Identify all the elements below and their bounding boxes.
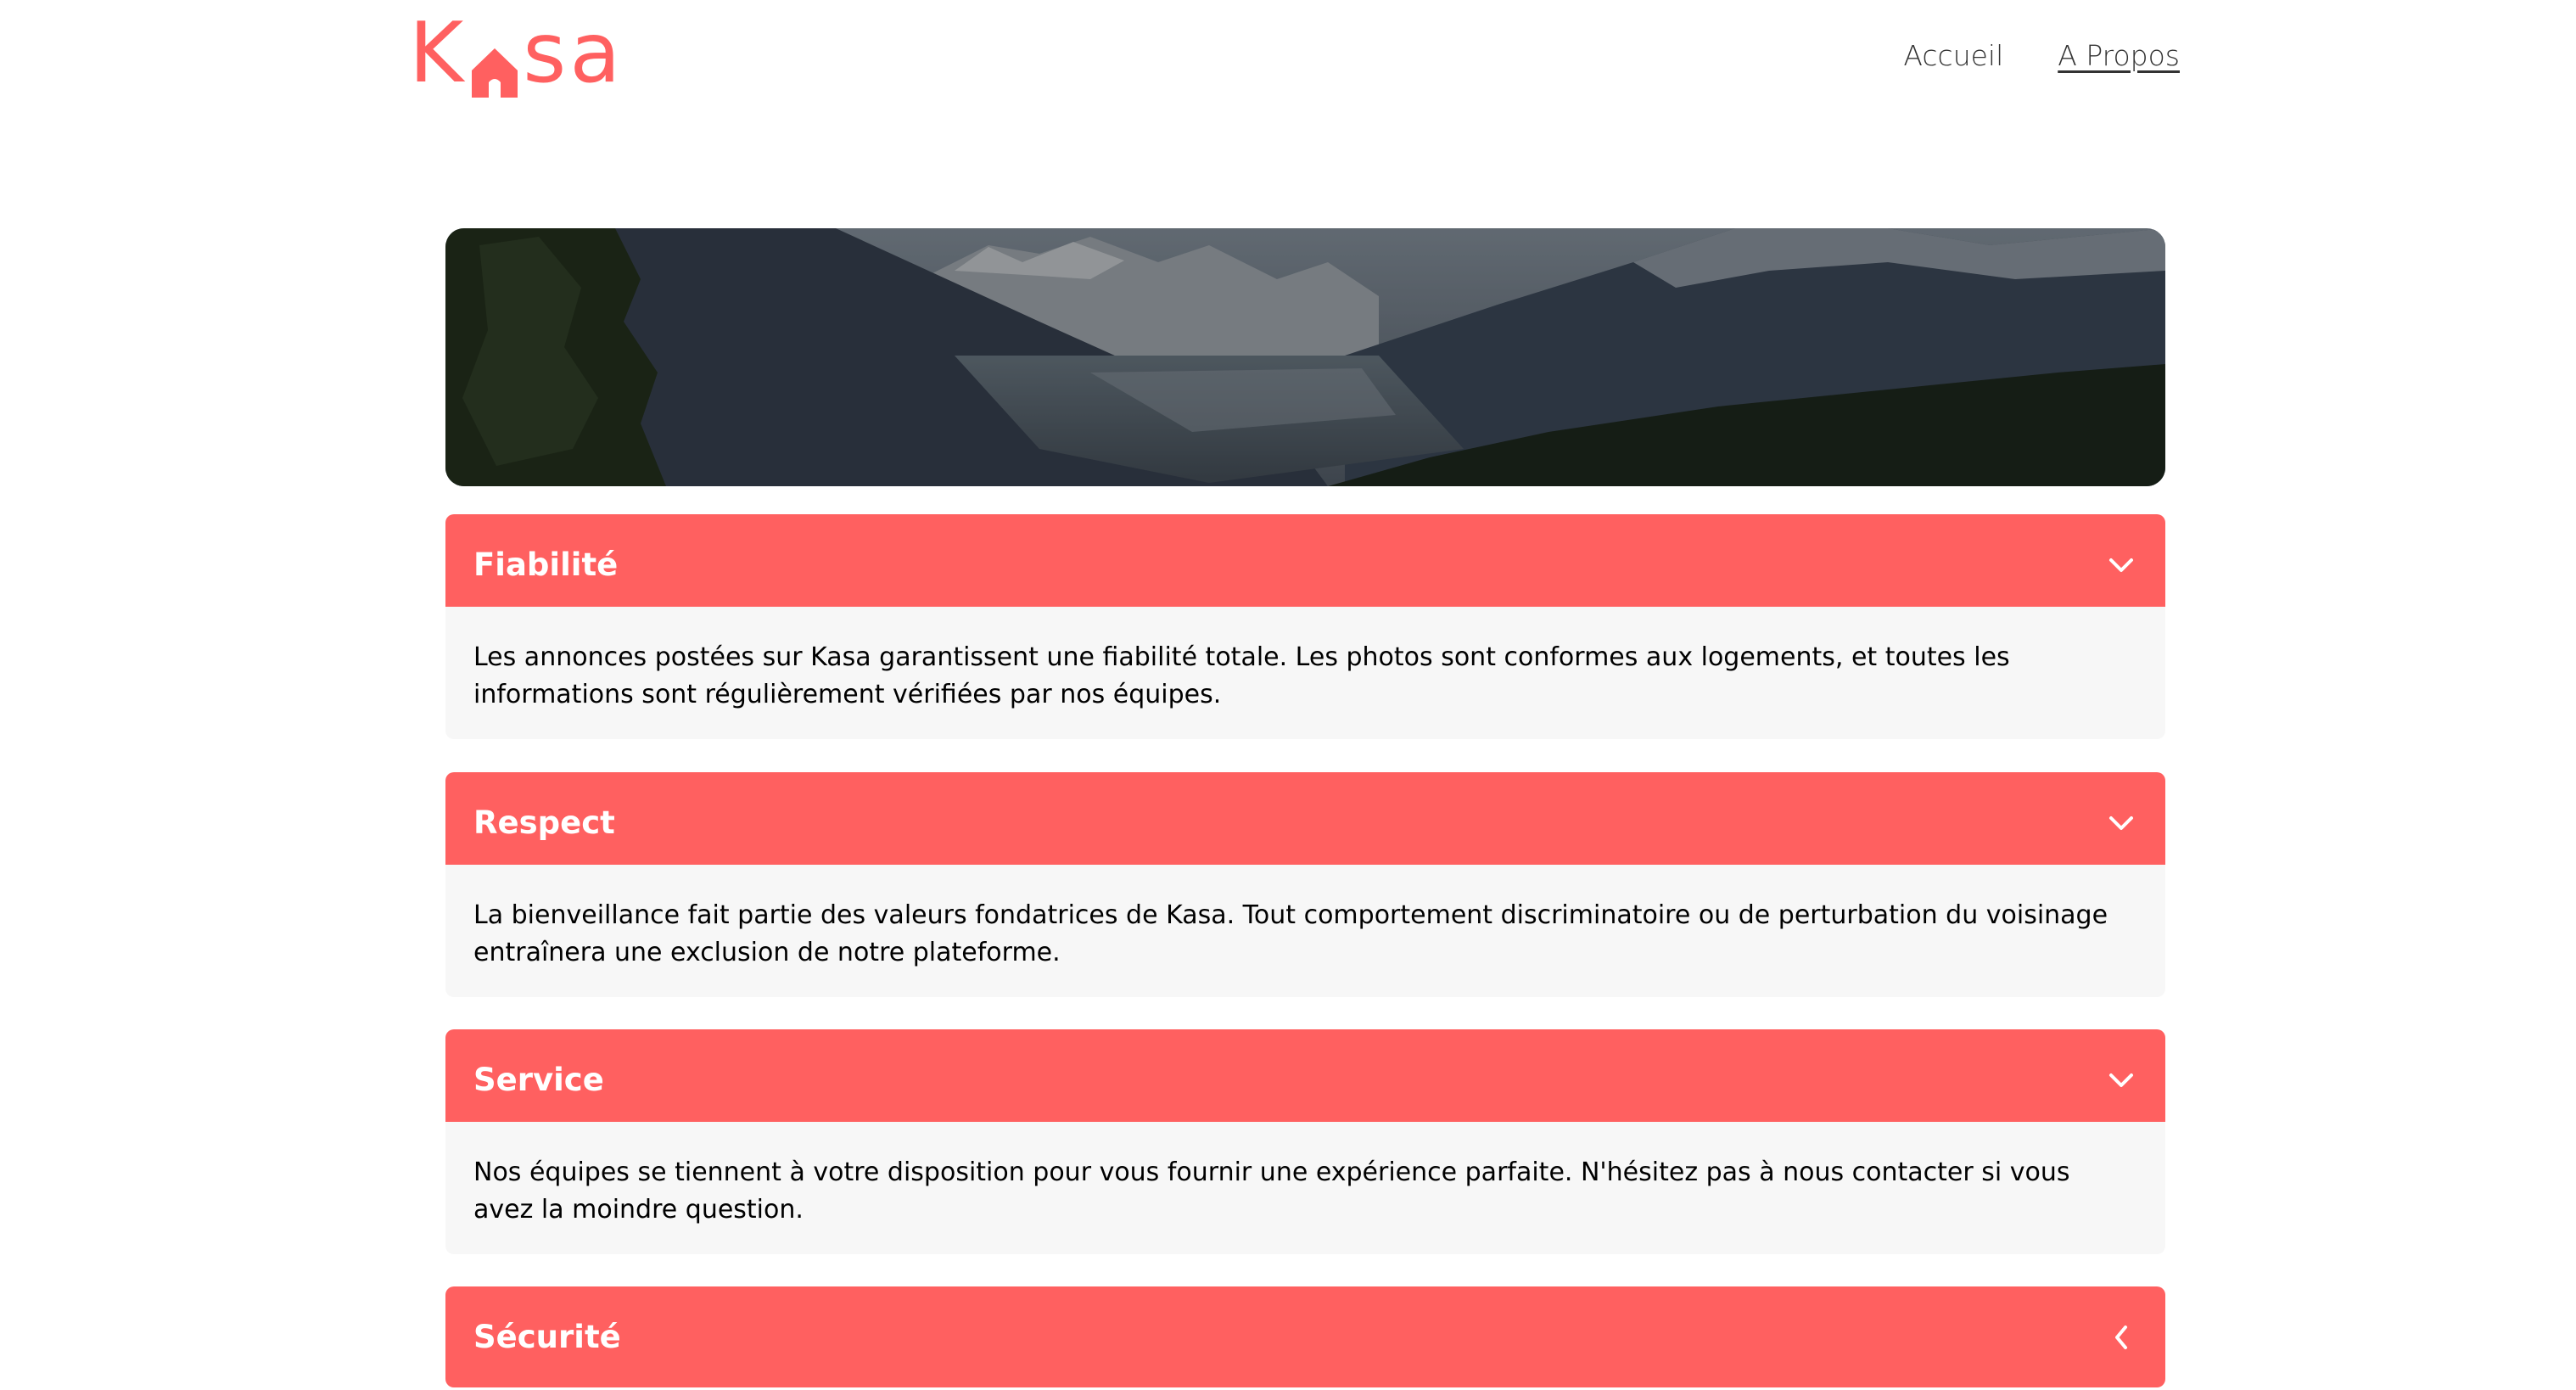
about-page: K sa Accueil A Propos Fiabilité Les anno… xyxy=(0,0,2576,1390)
collapse-content: Nos équipes se tiennent à votre disposit… xyxy=(445,1122,2165,1254)
collapse-title: Fiabilité xyxy=(473,546,619,583)
logo-letter-k: K xyxy=(409,5,468,102)
collapse-title: Sécurité xyxy=(473,1319,621,1355)
collapse-fiabilite: Fiabilité Les annonces postées sur Kasa … xyxy=(445,514,2165,739)
collapse-header-fiabilite[interactable]: Fiabilité xyxy=(445,514,2165,615)
nav-link-a-propos[interactable]: A Propos xyxy=(2058,39,2180,72)
collapse-service: Service Nos équipes se tiennent à votre … xyxy=(445,1029,2165,1254)
chevron-left-icon[interactable] xyxy=(2104,1320,2138,1354)
collapse-respect: Respect La bienveillance fait partie des… xyxy=(445,772,2165,997)
collapse-header-securite[interactable]: Sécurité xyxy=(445,1286,2165,1387)
collapse-header-respect[interactable]: Respect xyxy=(445,772,2165,873)
chevron-down-icon[interactable] xyxy=(2104,548,2138,582)
house-icon xyxy=(468,31,521,98)
chevron-down-icon[interactable] xyxy=(2104,806,2138,840)
site-header: K sa Accueil A Propos xyxy=(0,0,2576,119)
logo-letters-sa: sa xyxy=(523,5,624,102)
main-nav: Accueil A Propos xyxy=(1903,39,2180,72)
nav-link-accueil[interactable]: Accueil xyxy=(1903,39,2003,72)
chevron-down-icon[interactable] xyxy=(2104,1063,2138,1097)
collapse-title: Respect xyxy=(473,804,615,841)
collapse-content: La bienveillance fait partie des valeurs… xyxy=(445,865,2165,997)
collapse-content: Les annonces postées sur Kasa garantisse… xyxy=(445,607,2165,739)
banner-image xyxy=(445,228,2165,486)
collapse-header-service[interactable]: Service xyxy=(445,1029,2165,1130)
collapse-title: Service xyxy=(473,1062,604,1098)
kasa-logo[interactable]: K sa xyxy=(409,5,624,102)
collapse-securite: Sécurité xyxy=(445,1286,2165,1387)
